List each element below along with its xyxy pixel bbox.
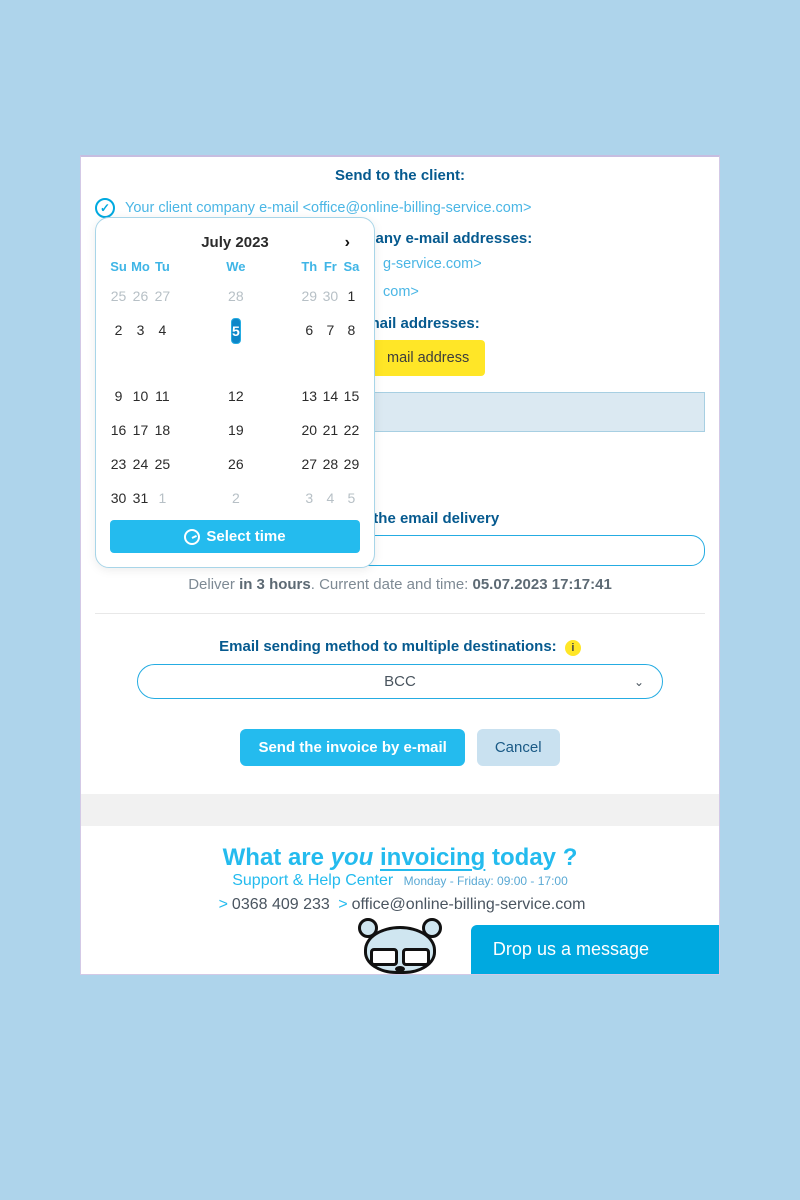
calendar-day[interactable]: 15 xyxy=(343,384,360,408)
phone[interactable]: 0368 409 233 xyxy=(232,896,330,913)
calendar-day[interactable]: 3 xyxy=(301,486,318,510)
calendar-day[interactable]: 7 xyxy=(322,318,339,374)
send-email-panel: Send to the client: ✓ Your client compan… xyxy=(80,155,720,975)
other-email-2: com> xyxy=(383,284,419,300)
tag-inv: invoicing xyxy=(380,844,485,871)
calendar-dow: Tu xyxy=(154,259,171,274)
calendar-day[interactable]: 18 xyxy=(154,418,171,442)
calendar-day[interactable]: 12 xyxy=(175,384,297,408)
calendar-day[interactable]: 13 xyxy=(301,384,318,408)
tag-pre: What are xyxy=(223,844,331,871)
calendar-day[interactable]: 27 xyxy=(154,284,171,308)
calendar-day[interactable]: 28 xyxy=(322,452,339,476)
calendar-day[interactable]: 25 xyxy=(154,452,171,476)
send-button[interactable]: Send the invoice by e-mail xyxy=(240,729,464,766)
calendar-day[interactable]: 19 xyxy=(175,418,297,442)
calendar-day[interactable]: 26 xyxy=(175,452,297,476)
calendar-day[interactable]: 22 xyxy=(343,418,360,442)
calendar-day[interactable]: 24 xyxy=(131,452,150,476)
calendar-day[interactable]: 3 xyxy=(131,318,150,374)
calendar-month: July 2023 xyxy=(201,234,269,251)
calendar-day[interactable]: 29 xyxy=(343,452,360,476)
tag-you: you xyxy=(331,844,380,871)
tag-post: today ? xyxy=(485,844,577,871)
calendar-day[interactable]: 30 xyxy=(110,486,127,510)
message-button[interactable]: Drop us a message xyxy=(471,925,719,974)
calendar-day[interactable]: 23 xyxy=(110,452,127,476)
calendar-day[interactable]: 2 xyxy=(175,486,297,510)
calendar-day[interactable]: 5 xyxy=(343,486,360,510)
calendar-grid: SuMoTuWeThFrSa25262728293012345678910111… xyxy=(110,259,360,510)
chevron-right-icon: > xyxy=(338,896,347,913)
client-email: Your client company e-mail <office@onlin… xyxy=(125,200,531,216)
calendar-dow: Fr xyxy=(322,259,339,274)
calendar-day[interactable]: 30 xyxy=(322,284,339,308)
calendar-day[interactable]: 9 xyxy=(110,384,127,408)
calendar-dow: Sa xyxy=(343,259,360,274)
calendar-day[interactable]: 29 xyxy=(301,284,318,308)
extra-addresses-heading: e-mail addresses: xyxy=(339,311,719,340)
add-email-button[interactable]: mail address xyxy=(371,340,485,376)
calendar-day[interactable]: 1 xyxy=(343,284,360,308)
chevron-down-icon: ⌄ xyxy=(634,675,644,689)
calendar-day[interactable]: 1 xyxy=(154,486,171,510)
divider-bar xyxy=(81,794,719,826)
deliver-now: 05.07.2023 17:17:41 xyxy=(473,576,612,593)
contact-line: >0368 409 233 > office@online-billing-ser… xyxy=(81,890,719,924)
calendar-day[interactable]: 8 xyxy=(343,318,360,374)
calendar-day[interactable]: 17 xyxy=(131,418,150,442)
method-select[interactable]: BCC ⌄ xyxy=(137,664,663,699)
deliver-mid: . Current date and time: xyxy=(311,576,473,593)
clock-icon xyxy=(184,529,200,545)
date-picker: July 2023 › SuMoTuWeThFrSa25262728293012… xyxy=(95,217,375,568)
cancel-button[interactable]: Cancel xyxy=(477,729,560,766)
calendar-day[interactable]: 6 xyxy=(301,318,318,374)
calendar-day[interactable]: 20 xyxy=(301,418,318,442)
info-icon[interactable]: i xyxy=(565,640,581,656)
select-time-button[interactable]: Select time xyxy=(110,520,360,553)
contact-email[interactable]: office@online-billing-service.com xyxy=(352,896,586,913)
calendar-day[interactable]: 10 xyxy=(131,384,150,408)
action-row: Send the invoice by e-mail Cancel xyxy=(81,729,719,794)
support-line: Support & Help Center Monday - Friday: 0… xyxy=(81,872,719,890)
support-link[interactable]: Support & Help Center xyxy=(232,872,393,889)
calendar-day[interactable]: 25 xyxy=(110,284,127,308)
calendar-day[interactable]: 21 xyxy=(322,418,339,442)
calendar-header: July 2023 › xyxy=(110,230,360,259)
calendar-day[interactable]: 26 xyxy=(131,284,150,308)
calendar-day[interactable]: 5 xyxy=(231,318,241,344)
footer-tagline: What are you invoicing today ? xyxy=(81,844,719,872)
calendar-dow: Su xyxy=(110,259,127,274)
support-hours: Monday - Friday: 09:00 - 17:00 xyxy=(404,874,568,888)
calendar-day[interactable]: 11 xyxy=(154,384,171,408)
calendar-day[interactable]: 28 xyxy=(175,284,297,308)
calendar-dow: Th xyxy=(301,259,318,274)
panel-title: Send to the client: xyxy=(81,157,719,198)
calendar-day[interactable]: 31 xyxy=(131,486,150,510)
calendar-day[interactable]: 27 xyxy=(301,452,318,476)
method-heading: Email sending method to multiple destina… xyxy=(81,614,719,664)
method-heading-text: Email sending method to multiple destina… xyxy=(219,638,557,655)
calendar-day[interactable]: 16 xyxy=(110,418,127,442)
other-addresses-heading: mpany e-mail addresses: xyxy=(339,226,719,255)
deliver-eta: in 3 hours xyxy=(239,576,311,593)
chevron-right-icon: > xyxy=(219,896,228,913)
method-value: BCC xyxy=(384,673,416,690)
calendar-day[interactable]: 14 xyxy=(322,384,339,408)
deliver-prefix: Deliver xyxy=(188,576,239,593)
footer: What are you invoicing today ? Support &… xyxy=(81,826,719,974)
select-time-label: Select time xyxy=(206,528,285,545)
other-email-1: g-service.com> xyxy=(383,256,482,272)
calendar-day[interactable]: 4 xyxy=(154,318,171,374)
next-month-icon[interactable]: › xyxy=(345,234,350,252)
bear-mascot-icon xyxy=(356,922,444,974)
footer-bottom: Drop us a message xyxy=(81,924,719,974)
calendar-dow: We xyxy=(175,259,297,274)
calendar-day[interactable]: 4 xyxy=(322,486,339,510)
calendar-day[interactable]: 2 xyxy=(110,318,127,374)
check-icon[interactable]: ✓ xyxy=(95,198,115,218)
calendar-dow: Mo xyxy=(131,259,150,274)
delivery-summary: Deliver in 3 hours. Current date and tim… xyxy=(95,566,705,614)
